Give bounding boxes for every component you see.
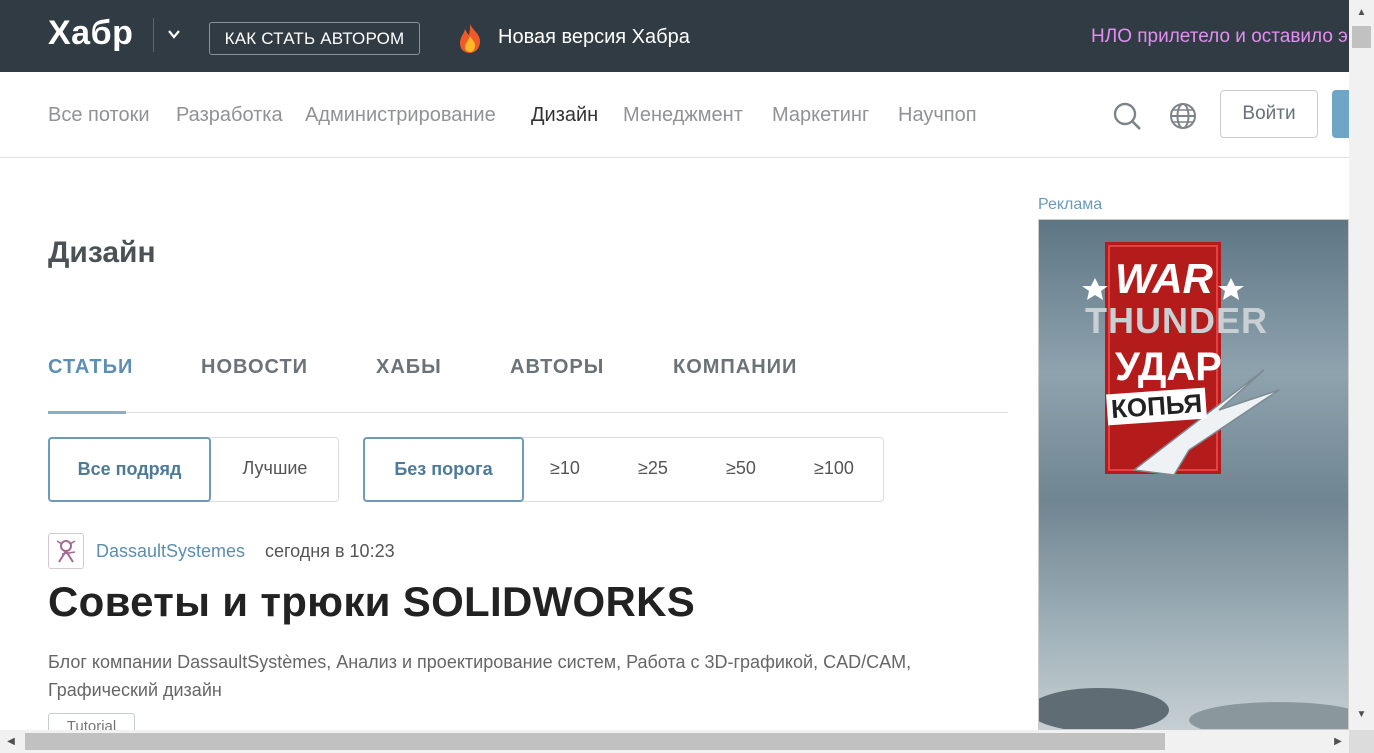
- nav-item-all-flows[interactable]: Все потоки: [48, 104, 150, 127]
- how-to-become-author-button[interactable]: КАК СТАТЬ АВТОРОМ: [209, 22, 420, 55]
- nav-item-management[interactable]: Менеджмент: [623, 104, 743, 127]
- scrollbar-corner: [1349, 730, 1374, 753]
- page-title: Дизайн: [48, 236, 156, 269]
- threshold-50[interactable]: ≥50: [697, 437, 785, 502]
- sort-filter: Все подряд Лучшие: [48, 437, 339, 502]
- tab-articles[interactable]: СТАТЬИ: [48, 356, 133, 379]
- threshold-none[interactable]: Без порога: [363, 437, 524, 502]
- scroll-up-arrow-icon[interactable]: ▲: [1349, 2, 1374, 24]
- scroll-right-arrow-icon[interactable]: ▶: [1327, 730, 1349, 753]
- rating-threshold-filter: Без порога ≥10 ≥25 ≥50 ≥100: [363, 437, 884, 502]
- top-bar: Хабр КАК СТАТЬ АВТОРОМ Новая версия Хабр…: [0, 0, 1349, 72]
- main-nav: Все потоки Разработка Администрирование …: [0, 72, 1349, 158]
- ad-banner[interactable]: WAR THUNDER УДАР КОПЬЯ: [1038, 219, 1349, 730]
- author-link[interactable]: DassaultSystemes: [96, 541, 245, 562]
- scroll-down-arrow-icon[interactable]: ▼: [1349, 704, 1374, 726]
- tab-authors[interactable]: АВТОРЫ: [510, 356, 604, 379]
- login-button[interactable]: Войти: [1220, 90, 1318, 138]
- filter-best[interactable]: Лучшие: [211, 437, 339, 502]
- tab-news[interactable]: НОВОСТИ: [201, 356, 308, 379]
- post-hubs[interactable]: Блог компании DassaultSystèmes, Анализ и…: [48, 648, 998, 704]
- filter-all[interactable]: Все подряд: [48, 437, 211, 502]
- threshold-25[interactable]: ≥25: [609, 437, 697, 502]
- vertical-scrollbar[interactable]: ▲ ▼: [1349, 0, 1374, 730]
- ufo-link[interactable]: НЛО прилетело и оставило э: [1091, 26, 1348, 48]
- threshold-100[interactable]: ≥100: [785, 437, 883, 502]
- horizontal-scrollbar[interactable]: ◀ ▶: [0, 730, 1349, 753]
- new-version-link[interactable]: Новая версия Хабра: [498, 26, 690, 49]
- chevron-down-icon[interactable]: [166, 26, 182, 42]
- post-title[interactable]: Советы и трюки SOLIDWORKS: [48, 578, 695, 626]
- post-time: сегодня в 10:23: [265, 541, 395, 561]
- tab-companies[interactable]: КОМПАНИИ: [673, 356, 797, 379]
- logo-divider: [153, 18, 154, 52]
- ad-title-thunder: THUNDER: [1085, 300, 1268, 341]
- horizontal-scroll-thumb[interactable]: [25, 733, 1165, 750]
- ad-label: Реклама: [1038, 196, 1103, 213]
- ad-title-war: WAR: [1115, 255, 1213, 302]
- scroll-left-arrow-icon[interactable]: ◀: [0, 730, 22, 753]
- nav-item-marketing[interactable]: Маркетинг: [772, 104, 869, 127]
- ad-title-strike: УДАР: [1115, 345, 1222, 389]
- search-icon[interactable]: [1112, 101, 1142, 131]
- nav-item-popsci[interactable]: Научпоп: [898, 104, 977, 127]
- company-logo-icon: [56, 540, 76, 563]
- content-tabs: СТАТЬИ НОВОСТИ ХАБЫ АВТОРЫ КОМПАНИИ: [48, 350, 1008, 414]
- tab-hubs[interactable]: ХАБЫ: [376, 356, 442, 379]
- nav-item-administration[interactable]: Администрирование: [305, 104, 496, 127]
- nav-item-design[interactable]: Дизайн: [531, 104, 598, 127]
- fire-icon: [460, 24, 481, 53]
- nav-item-development[interactable]: Разработка: [176, 104, 283, 127]
- avatar[interactable]: [48, 533, 84, 569]
- threshold-10[interactable]: ≥10: [524, 437, 606, 502]
- vertical-scroll-thumb[interactable]: [1352, 26, 1371, 48]
- habr-logo[interactable]: Хабр: [48, 14, 133, 53]
- globe-icon[interactable]: [1168, 101, 1198, 131]
- register-button[interactable]: [1332, 90, 1349, 138]
- active-tab-indicator: [48, 411, 126, 414]
